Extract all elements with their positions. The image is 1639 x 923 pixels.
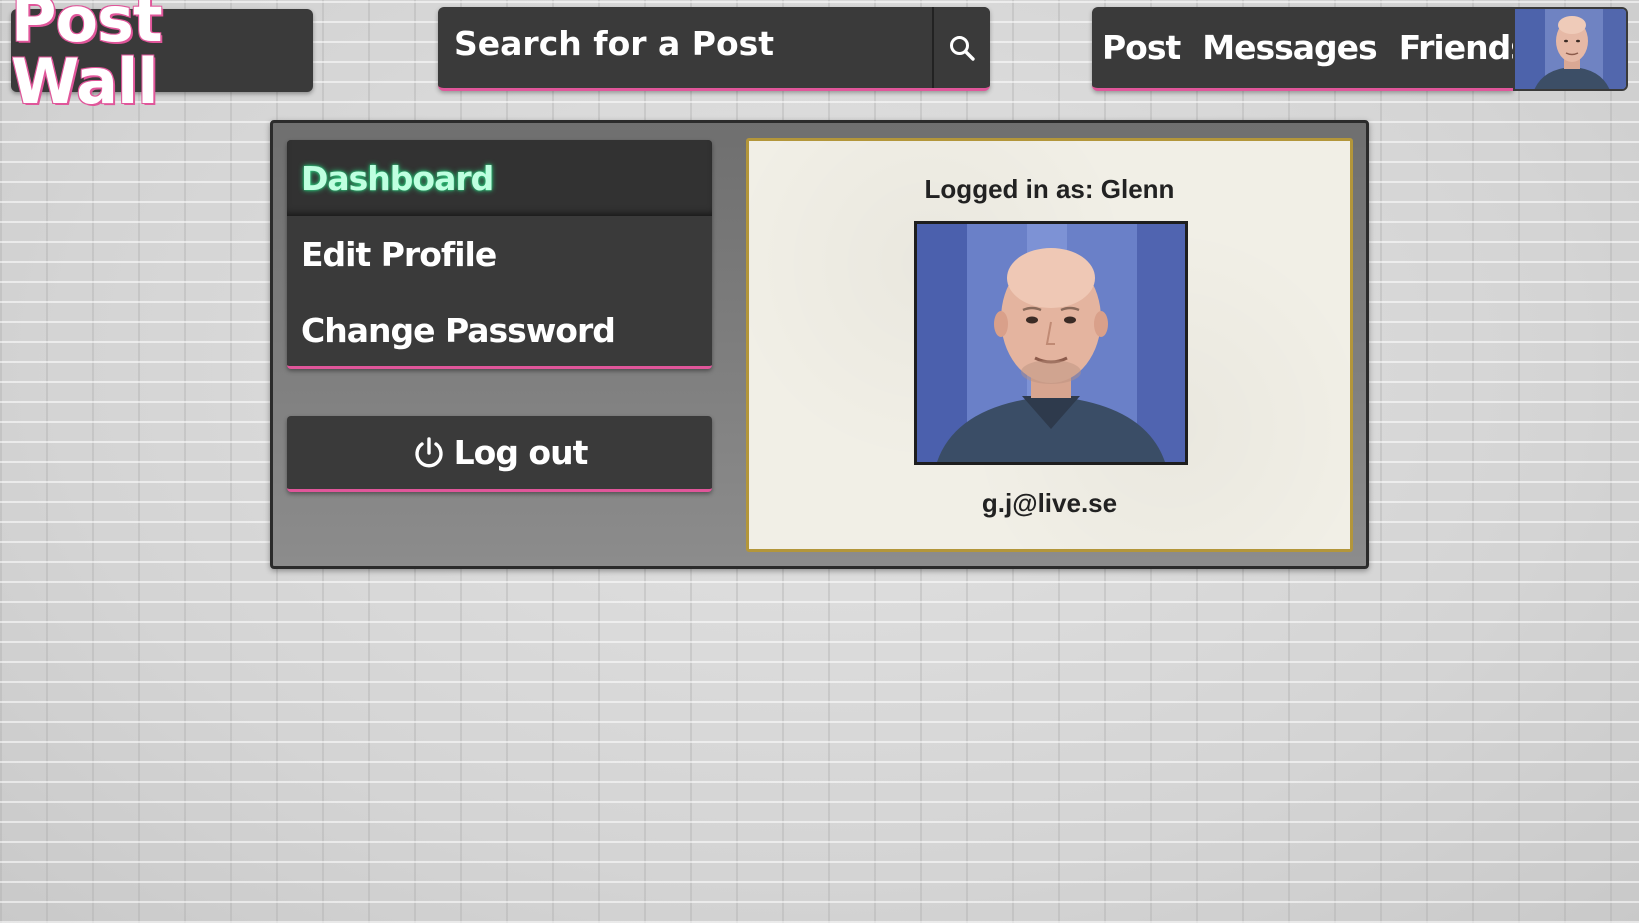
search-button[interactable] — [932, 7, 990, 88]
sidebar-item-label: Change Password — [301, 310, 616, 350]
logout-label: Log out — [453, 433, 589, 472]
profile-card: Logged in as: Glenn g.j@live.se — [746, 138, 1353, 552]
logo[interactable]: Post Wall — [11, 0, 313, 112]
sidebar-item-label: Edit Profile — [301, 234, 497, 274]
sidebar-menu: Dashboard Edit Profile Change Password — [287, 140, 712, 369]
top-nav: Post Messages Friends — [1092, 7, 1530, 91]
search-input[interactable] — [438, 7, 932, 88]
user-avatar[interactable] — [1513, 7, 1628, 91]
search-icon — [950, 35, 975, 61]
sidebar-item-edit-profile[interactable]: Edit Profile — [287, 216, 712, 292]
nav-messages-link[interactable]: Messages — [1202, 28, 1377, 67]
nav-friends-link[interactable]: Friends — [1399, 28, 1530, 67]
user-email: g.j@live.se — [981, 488, 1118, 518]
sidebar-item-dashboard[interactable]: Dashboard — [287, 140, 712, 216]
sidebar-item-change-password[interactable]: Change Password — [287, 292, 712, 366]
avatar-photo — [1515, 9, 1626, 89]
profile-photo-image — [917, 224, 1185, 462]
profile-photo — [914, 221, 1188, 465]
logged-in-label: Logged in as: Glenn — [924, 174, 1175, 204]
logout-button[interactable]: Log out — [287, 416, 712, 492]
power-icon — [414, 436, 443, 467]
logo-text: Post Wall — [11, 0, 163, 118]
dashboard-panel: Dashboard Edit Profile Change Password L… — [270, 120, 1369, 569]
sidebar-item-label: Dashboard — [301, 158, 494, 198]
nav-post-link[interactable]: Post — [1102, 28, 1181, 67]
search-bar — [438, 7, 990, 91]
